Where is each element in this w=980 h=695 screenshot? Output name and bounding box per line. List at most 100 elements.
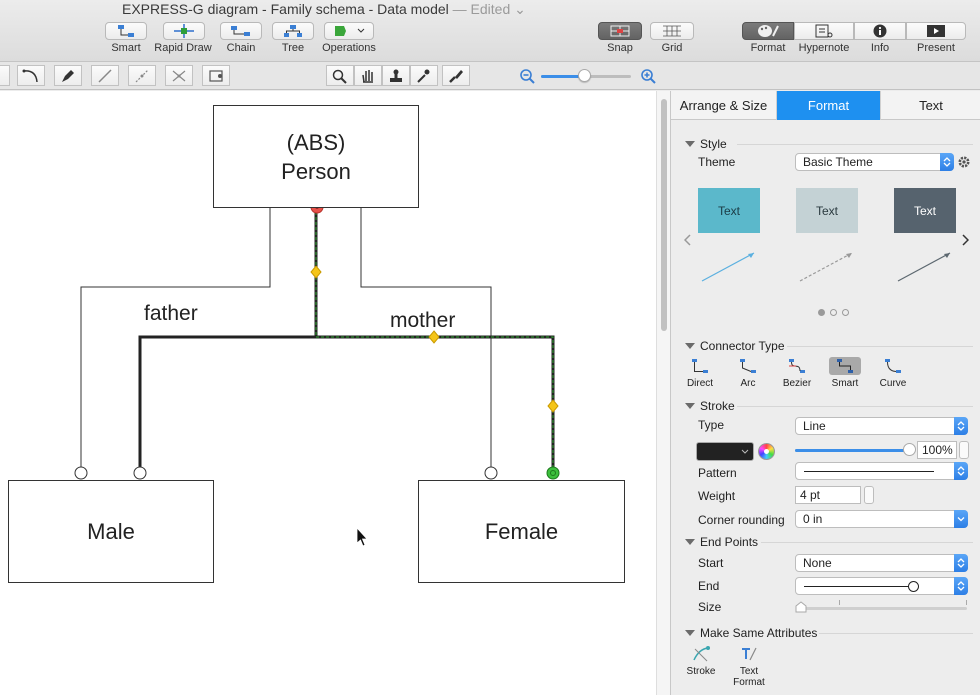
stroke-type-select[interactable]: Line: [795, 417, 968, 435]
color-wheel-icon[interactable]: [758, 443, 775, 460]
hand-tool-button[interactable]: [354, 65, 382, 86]
grid-button[interactable]: [650, 22, 694, 40]
opacity-stepper[interactable]: [959, 441, 969, 459]
stamp-tool-button[interactable]: [382, 65, 410, 86]
page-dot[interactable]: [830, 309, 837, 316]
info-button[interactable]: [854, 22, 906, 40]
tree-button[interactable]: [272, 22, 314, 40]
make-same-stroke-button[interactable]: Stroke: [679, 645, 723, 677]
hypernote-button[interactable]: [794, 22, 854, 40]
start-endpoint-select[interactable]: None: [795, 554, 968, 572]
weight-field[interactable]: 4 pt: [795, 486, 861, 504]
pattern-select[interactable]: [795, 462, 968, 480]
rapid-draw-button[interactable]: [163, 22, 205, 40]
grid-label: Grid: [661, 42, 683, 54]
opacity-slider[interactable]: [795, 443, 916, 456]
section-end-points[interactable]: End Points: [685, 535, 758, 549]
theme-card-light[interactable]: Text: [796, 188, 858, 233]
chain-label: Chain: [226, 42, 256, 54]
zoom-tool-button[interactable]: [326, 65, 354, 86]
vertical-scrollbar[interactable]: [656, 91, 670, 695]
weight-label: Weight: [698, 489, 736, 503]
tab-format[interactable]: Format: [777, 91, 881, 120]
bookmark-icon: [209, 69, 223, 82]
relation-label-mother[interactable]: mother: [390, 309, 455, 333]
make-same-text-format-button[interactable]: Text Format: [727, 645, 771, 688]
entity-female[interactable]: Female: [418, 480, 625, 583]
page-dot[interactable]: [842, 309, 849, 316]
stroke-type-label: Type: [698, 418, 725, 432]
relation-label-father[interactable]: father: [144, 302, 198, 326]
entity-person[interactable]: (ABS) Person: [213, 105, 419, 208]
entity-male-name: Male: [87, 519, 135, 544]
theme-card-dark[interactable]: Text: [894, 188, 956, 233]
zoom-slider-knob[interactable]: [578, 69, 592, 82]
smart-button[interactable]: [105, 22, 147, 40]
chevron-down-icon[interactable]: ⌄: [514, 1, 526, 17]
pen-tool-button[interactable]: [54, 65, 82, 86]
stroke-color-well[interactable]: [696, 442, 754, 461]
edited-indicator[interactable]: — Edited: [453, 1, 511, 17]
snap-button[interactable]: [598, 22, 642, 40]
arc-tool-button[interactable]: [17, 65, 45, 86]
pen-icon: [62, 69, 74, 82]
midpoint-handle[interactable]: [547, 399, 559, 413]
zoom-out-icon[interactable]: [519, 68, 536, 85]
rapid-draw-icon: [174, 24, 194, 38]
bookmark-tool-button[interactable]: [202, 65, 230, 86]
theme-page-dots[interactable]: [818, 309, 849, 316]
opacity-slider-knob[interactable]: [903, 443, 916, 456]
chevron-left-icon[interactable]: [684, 234, 692, 246]
zoom-slider[interactable]: [541, 69, 631, 82]
info-label: Info: [870, 42, 890, 54]
connector-father[interactable]: [138, 335, 316, 467]
polyline-tool-button[interactable]: [128, 65, 156, 86]
direct-connector-icon: [692, 359, 708, 373]
endpoint-circle: [74, 466, 88, 480]
endpoint-size-slider[interactable]: [795, 601, 967, 613]
text-format-icon: [742, 647, 757, 661]
eyedropper-tool-button[interactable]: [410, 65, 438, 86]
end-handle-green[interactable]: [546, 466, 560, 480]
connector-direct-button[interactable]: Direct: [680, 357, 720, 389]
entity-female-name: Female: [484, 519, 559, 544]
format-painter-tool-button[interactable]: [442, 65, 470, 86]
format-button[interactable]: [742, 22, 794, 40]
window-toolbar: EXPRESS-G diagram - Family schema - Data…: [0, 0, 980, 62]
theme-select[interactable]: Basic Theme: [795, 153, 954, 171]
hypernote-icon: [815, 24, 833, 38]
connector-arc-button[interactable]: Arc: [728, 357, 768, 389]
tab-arrange-size[interactable]: Arrange & Size: [671, 91, 777, 120]
opacity-field[interactable]: 100%: [917, 441, 957, 459]
operations-button[interactable]: [324, 22, 374, 40]
partial-tool-button[interactable]: [0, 65, 10, 86]
chevron-right-icon[interactable]: [961, 234, 969, 246]
weight-stepper[interactable]: [864, 486, 874, 504]
section-divider: [787, 346, 973, 347]
endpoint-size-knob[interactable]: [795, 601, 807, 613]
section-make-same-attributes[interactable]: Make Same Attributes: [685, 626, 817, 640]
connector-tool-button[interactable]: [165, 65, 193, 86]
present-button[interactable]: [906, 22, 966, 40]
entity-male[interactable]: Male: [8, 480, 214, 583]
end-endpoint-select[interactable]: [795, 577, 968, 595]
gear-icon[interactable]: [957, 155, 971, 169]
scrollbar-thumb[interactable]: [661, 99, 667, 331]
section-stroke[interactable]: Stroke: [685, 399, 735, 413]
line-tool-button[interactable]: [91, 65, 119, 86]
zoom-in-icon[interactable]: [640, 68, 657, 85]
connector-curve-button[interactable]: Curve: [873, 357, 913, 389]
connector-bezier-button[interactable]: Bezier: [777, 357, 817, 389]
section-connector-type[interactable]: Connector Type: [685, 339, 785, 353]
connector-smart-button[interactable]: Smart: [825, 357, 865, 389]
page-dot-active[interactable]: [818, 309, 825, 316]
theme-card-teal[interactable]: Text: [698, 188, 760, 233]
section-style[interactable]: Style: [685, 137, 727, 151]
window-title: EXPRESS-G diagram - Family schema - Data…: [122, 1, 526, 17]
end-circle-preview: [804, 586, 909, 587]
tab-text[interactable]: Text: [881, 91, 980, 120]
diagram-canvas[interactable]: (ABS) Person Male Female father mother: [0, 91, 656, 695]
corner-rounding-select[interactable]: 0 in: [795, 510, 968, 528]
chain-button[interactable]: [220, 22, 262, 40]
midpoint-handle[interactable]: [310, 265, 322, 279]
